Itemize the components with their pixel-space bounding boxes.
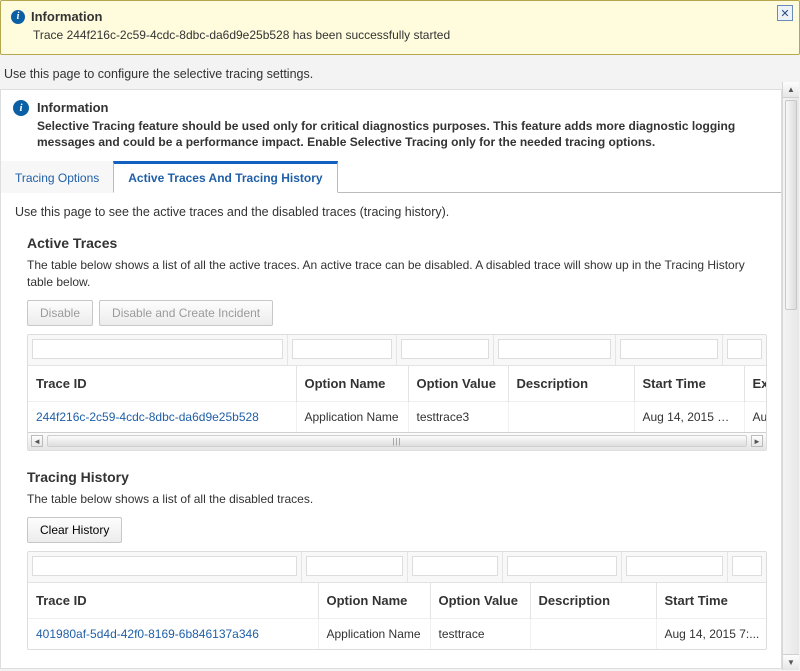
tracing-history-section: Tracing History The table below shows a … — [15, 469, 767, 668]
tracing-history-sub: The table below shows a list of all the … — [27, 491, 767, 507]
table-row[interactable]: 401980af-5d4d-42f0-8169-6b846137a346 App… — [28, 618, 767, 649]
table-header-row: Trace ID Option Name Option Value Descri… — [28, 582, 767, 618]
active-traces-title: Active Traces — [27, 235, 767, 251]
vertical-scrollbar[interactable]: ▲ ▼ — [782, 82, 799, 670]
page-intro: Use this page to configure the selective… — [0, 55, 800, 89]
filter-option-value[interactable] — [412, 556, 498, 576]
filter-description[interactable] — [498, 339, 611, 359]
filter-trace-id[interactable] — [32, 556, 297, 576]
tracing-history-table: Trace ID Option Name Option Value Descri… — [27, 551, 767, 650]
scroll-left-icon[interactable]: ◄ — [31, 435, 43, 447]
cell-start-time: Aug 14, 2015 7:... — [656, 618, 767, 649]
th-trace-id[interactable]: Trace ID — [28, 365, 296, 401]
th-option-name[interactable]: Option Name — [318, 582, 430, 618]
filter-trace-id[interactable] — [32, 339, 283, 359]
filter-description[interactable] — [507, 556, 617, 576]
th-description[interactable]: Description — [530, 582, 656, 618]
scroll-thumb[interactable]: ||| — [48, 436, 746, 446]
filter-start-time[interactable] — [620, 339, 718, 359]
filter-option-name[interactable] — [292, 339, 392, 359]
trace-id-link[interactable]: 401980af-5d4d-42f0-8169-6b846137a346 — [36, 627, 259, 641]
banner-title: Information — [31, 9, 103, 24]
th-option-value[interactable]: Option Value — [408, 365, 508, 401]
cell-option-value: testtrace3 — [408, 401, 508, 432]
filter-option-value[interactable] — [401, 339, 489, 359]
scroll-down-icon[interactable]: ▼ — [783, 654, 799, 670]
tab-active-traces[interactable]: Active Traces And Tracing History — [113, 161, 337, 193]
filter-expiry-time[interactable] — [727, 339, 762, 359]
info-icon: i — [11, 10, 25, 24]
scroll-thumb[interactable] — [785, 100, 797, 310]
active-traces-section: Active Traces The table below shows a li… — [15, 235, 767, 468]
active-traces-table: Trace ID Option Name Option Value Descri… — [27, 334, 767, 451]
cell-start-time: Aug 14, 2015 8:... — [634, 401, 744, 432]
filter-stop-time[interactable] — [732, 556, 762, 576]
tracing-history-title: Tracing History — [27, 469, 767, 485]
banner-text: Trace 244f216c-2c59-4cdc-8dbc-da6d9e25b5… — [33, 28, 789, 42]
main-panel: i Information Selective Tracing feature … — [0, 89, 782, 669]
info-icon: i — [13, 100, 29, 116]
scroll-track[interactable]: ||| — [47, 435, 747, 447]
scroll-right-icon[interactable]: ► — [751, 435, 763, 447]
cell-description — [530, 618, 656, 649]
table-row[interactable]: 244f216c-2c59-4cdc-8dbc-da6d9e25b528 App… — [28, 401, 767, 432]
trace-id-link[interactable]: 244f216c-2c59-4cdc-8dbc-da6d9e25b528 — [36, 410, 259, 424]
close-icon[interactable]: ✕ — [777, 5, 793, 21]
disable-create-incident-button[interactable]: Disable and Create Incident — [99, 300, 273, 326]
clear-history-button[interactable]: Clear History — [27, 517, 122, 543]
table-header-row: Trace ID Option Name Option Value Descri… — [28, 365, 767, 401]
tab-intro: Use this page to see the active traces a… — [15, 205, 767, 219]
cell-option-value: testtrace — [430, 618, 530, 649]
th-option-name[interactable]: Option Name — [296, 365, 408, 401]
scroll-up-icon[interactable]: ▲ — [783, 82, 799, 98]
active-traces-sub: The table below shows a list of all the … — [27, 257, 767, 289]
th-description[interactable]: Description — [508, 365, 634, 401]
inner-info-text: Selective Tracing feature should be used… — [37, 118, 769, 150]
cell-description — [508, 401, 634, 432]
cell-option-name: Application Name — [296, 401, 408, 432]
th-trace-id[interactable]: Trace ID — [28, 582, 318, 618]
th-start-time[interactable]: Start Time — [634, 365, 744, 401]
th-expiry-time[interactable]: Expiry Time — [744, 365, 767, 401]
filter-start-time[interactable] — [626, 556, 723, 576]
cell-option-name: Application Name — [318, 618, 430, 649]
th-option-value[interactable]: Option Value — [430, 582, 530, 618]
disable-button[interactable]: Disable — [27, 300, 93, 326]
horizontal-scrollbar[interactable]: ◄ ||| ► — [28, 432, 766, 450]
info-banner: ✕ i Information Trace 244f216c-2c59-4cdc… — [0, 0, 800, 55]
tabs: Tracing Options Active Traces And Tracin… — [1, 160, 781, 193]
cell-expiry-time: Aug 1 — [744, 401, 767, 432]
th-start-time[interactable]: Start Time — [656, 582, 767, 618]
inner-info-title: Information — [37, 100, 769, 115]
filter-option-name[interactable] — [306, 556, 403, 576]
tab-tracing-options[interactable]: Tracing Options — [1, 161, 113, 193]
